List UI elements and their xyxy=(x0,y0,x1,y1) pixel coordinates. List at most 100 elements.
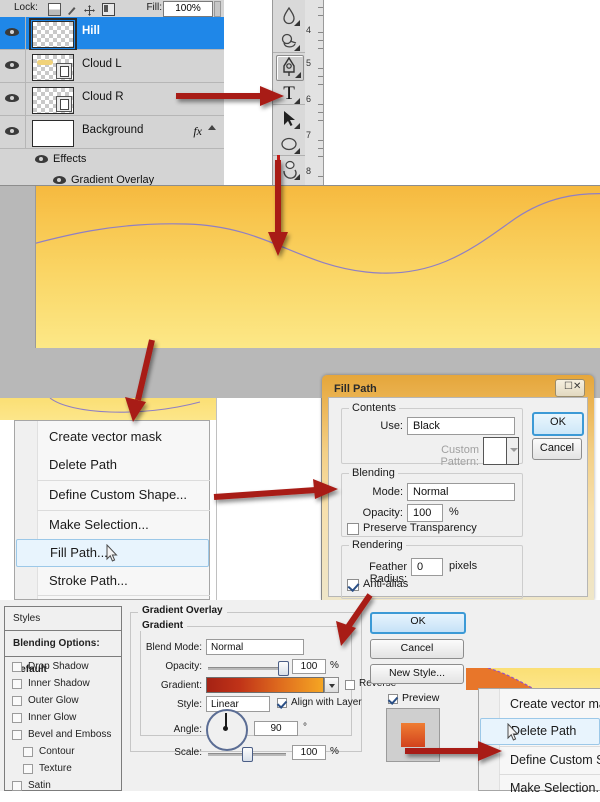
layer-thumbnail[interactable] xyxy=(29,18,77,51)
angle-center-dot xyxy=(223,726,228,731)
layer-thumbnail[interactable] xyxy=(32,87,74,114)
layer-effects-row[interactable]: Effects xyxy=(0,149,224,171)
fill-path-cancel-button[interactable]: Cancel xyxy=(532,438,582,460)
panel1-white-area xyxy=(323,0,600,185)
expand-effects-chevron-icon[interactable] xyxy=(208,125,216,130)
document-canvas[interactable] xyxy=(35,186,600,348)
layer-row-hill[interactable]: Hill xyxy=(0,17,224,51)
layer-style-cancel-button[interactable]: Cancel xyxy=(370,639,464,659)
style-item-outer-glow[interactable]: Outer Glow xyxy=(5,693,121,710)
eye-icon[interactable] xyxy=(53,176,66,185)
opacity-unit: % xyxy=(449,506,459,518)
path-selection-tool[interactable] xyxy=(276,107,302,131)
menu-gutter xyxy=(15,421,38,599)
layer-visibility-toggle[interactable] xyxy=(0,50,26,82)
menu-item-stroke-path[interactable]: Stroke Path... xyxy=(37,567,210,595)
blending-options-item[interactable]: Blending Options: Default xyxy=(5,631,121,675)
scale-label: Scale: xyxy=(174,747,202,758)
layer-row-cloud-r[interactable]: Cloud R xyxy=(0,83,224,116)
preview-checkbox[interactable] xyxy=(388,694,398,704)
bottom-right-canvas[interactable] xyxy=(466,668,600,690)
checkbox[interactable] xyxy=(23,764,33,774)
layer-row-background[interactable]: Background fx xyxy=(0,116,224,149)
menu-item-make-selection[interactable]: Make Selection... xyxy=(37,511,210,539)
menu-item-delete-path-2[interactable]: Delete Path xyxy=(480,718,600,745)
lock-all-icon[interactable] xyxy=(102,3,115,16)
menu-item-create-vector-mask-2[interactable]: Create vector mask xyxy=(499,691,600,718)
style-item-texture[interactable]: Texture xyxy=(5,761,121,778)
checkbox[interactable] xyxy=(12,696,22,706)
tool-expand-triangle-icon xyxy=(294,174,300,180)
opacity-input[interactable]: 100 xyxy=(292,659,326,674)
fill-path-ok-button[interactable]: OK xyxy=(532,412,584,436)
checkbox[interactable] xyxy=(12,662,22,672)
pen-tool[interactable] xyxy=(276,55,304,81)
mouse-cursor-icon-2 xyxy=(507,723,520,742)
ellipse-shape-tool[interactable] xyxy=(276,132,302,156)
opacity-slider-track[interactable] xyxy=(208,667,286,670)
eye-icon xyxy=(5,27,19,37)
preserve-transparency-checkbox[interactable] xyxy=(347,523,359,535)
angle-input[interactable]: 90 xyxy=(254,721,298,736)
style-item-inner-glow[interactable]: Inner Glow xyxy=(5,710,121,727)
scale-input[interactable]: 100 xyxy=(292,745,326,760)
opacity-slider-knob[interactable] xyxy=(278,661,289,676)
checkbox[interactable] xyxy=(12,679,22,689)
gradient-preview-swatch[interactable] xyxy=(206,677,324,693)
use-select[interactable]: Black xyxy=(407,417,515,435)
layer-row-cloud-l[interactable]: Cloud L xyxy=(0,50,224,83)
layer-thumbnail[interactable] xyxy=(32,120,74,147)
opacity-input[interactable]: 100 xyxy=(407,504,443,522)
layer-visibility-toggle[interactable] xyxy=(0,17,26,49)
chevron-down-icon xyxy=(506,438,518,464)
cloud-shape-preview xyxy=(37,60,53,65)
checkbox[interactable] xyxy=(12,781,22,791)
layer-effect-gradient-overlay-row[interactable]: Gradient Overlay xyxy=(0,170,224,185)
checkbox[interactable] xyxy=(12,730,22,740)
style-item-inner-shadow[interactable]: Inner Shadow xyxy=(5,676,121,693)
fill-scrubber-handle[interactable] xyxy=(214,1,221,17)
anti-alias-checkbox[interactable] xyxy=(347,579,359,591)
checkbox[interactable] xyxy=(23,747,33,757)
reverse-checkbox[interactable] xyxy=(345,680,355,690)
layer-style-ok-button[interactable]: OK xyxy=(370,612,466,634)
new-style-button[interactable]: New Style... xyxy=(370,664,464,684)
gradient-overlay-section: Gradient Overlay Gradient Blend Mode: No… xyxy=(130,605,396,762)
angle-dial[interactable] xyxy=(206,709,248,751)
tool-expand-triangle-icon xyxy=(294,20,300,26)
gradient-picker-dropdown[interactable] xyxy=(324,677,339,693)
lock-transparent-pixels-icon[interactable] xyxy=(48,3,61,16)
eye-icon[interactable] xyxy=(35,155,48,164)
mode-select[interactable]: Normal xyxy=(407,483,515,501)
style-item-contour[interactable]: Contour xyxy=(5,744,121,761)
anti-alias-label: Anti-alias xyxy=(363,578,409,590)
ruler-tick-label: 4 xyxy=(306,25,312,35)
align-with-layer-checkbox[interactable] xyxy=(277,698,287,708)
close-icon[interactable]: ☐✕ xyxy=(555,379,585,397)
menu-item-define-custom-shape-2[interactable]: Define Custom Shap xyxy=(499,747,600,774)
menu-item-delete-path[interactable]: Delete Path xyxy=(37,451,210,479)
blend-mode-select[interactable]: Normal xyxy=(206,639,304,655)
fx-icon[interactable]: fx xyxy=(193,124,202,139)
angle-label: Angle: xyxy=(173,724,202,735)
menu-item-create-vector-mask[interactable]: Create vector mask xyxy=(37,423,210,451)
layer-thumbnail[interactable] xyxy=(32,54,74,81)
style-item-satin[interactable]: Satin xyxy=(5,778,121,791)
layer-visibility-toggle[interactable] xyxy=(0,116,26,148)
menu-item-define-custom-shape[interactable]: Define Custom Shape... xyxy=(37,481,210,509)
style-label: Style: xyxy=(176,699,202,710)
lock-position-icon[interactable] xyxy=(84,3,95,16)
style-item-bevel-and-emboss[interactable]: Bevel and Emboss xyxy=(5,727,121,744)
scale-slider-knob[interactable] xyxy=(242,747,253,762)
lock-image-pixels-icon[interactable] xyxy=(66,3,77,15)
gradient-style-select[interactable]: Linear xyxy=(206,696,270,712)
style-item-drop-shadow[interactable]: Drop Shadow xyxy=(5,659,121,676)
fill-value-input[interactable]: 100% xyxy=(163,1,213,17)
layer-visibility-toggle[interactable] xyxy=(0,83,26,115)
dodge-tool[interactable] xyxy=(276,29,302,53)
checkbox[interactable] xyxy=(12,713,22,723)
blur-tool[interactable] xyxy=(276,4,302,28)
menu-item-make-selection-2[interactable]: Make Selection... xyxy=(499,775,600,802)
feather-radius-input[interactable]: 0 xyxy=(411,558,443,576)
type-tool[interactable]: T xyxy=(276,82,302,106)
